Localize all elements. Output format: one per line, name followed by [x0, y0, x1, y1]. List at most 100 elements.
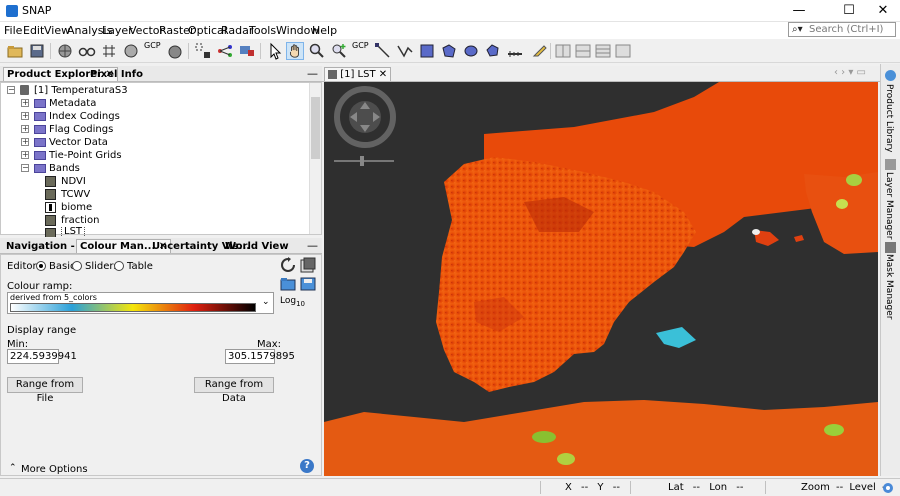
minimize-panel-icon[interactable]: — — [307, 67, 318, 80]
folder-label: Vector Data — [49, 137, 108, 148]
pixel-extract-icon[interactable] — [194, 42, 212, 60]
reset-icon[interactable] — [280, 257, 296, 273]
search-input[interactable]: ⌕▾ Search (Ctrl+I) — [788, 22, 896, 37]
range-from-file-button[interactable]: Range from File — [7, 377, 83, 404]
collapse-icon[interactable]: − — [21, 164, 29, 172]
multi-apply-icon[interactable] — [300, 257, 316, 273]
lst-map-image — [324, 82, 878, 476]
rectangle-tool-icon[interactable] — [418, 42, 436, 60]
status-lat-lon: Lat -- Lon -- — [668, 482, 744, 493]
line-tool-icon[interactable] — [374, 42, 392, 60]
snap-app-icon — [6, 5, 18, 17]
more-options-toggle[interactable]: More Options — [21, 464, 88, 475]
radio-sliders[interactable] — [72, 261, 82, 271]
title-bar: SNAP — ☐ ✕ — [0, 0, 900, 22]
pan-tool-icon[interactable] — [286, 42, 304, 60]
product-icon — [20, 85, 29, 95]
tile-vertical-icon[interactable] — [594, 42, 612, 60]
folder-label: Index Codings — [49, 111, 120, 122]
product-tree: − [1] TemperaturaS3 + Metadata + Index C… — [0, 82, 322, 237]
gcp-placing-tool-label[interactable]: GCP — [352, 41, 369, 50]
tab-nav-arrows[interactable]: ‹ › ▾ ▭ — [834, 67, 866, 78]
magic-wand-icon[interactable] — [484, 42, 502, 60]
menu-file[interactable]: File — [4, 24, 22, 37]
close-tab-icon[interactable]: ✕ — [379, 69, 387, 80]
close-button[interactable]: ✕ — [868, 0, 898, 22]
range-from-data-button[interactable]: Range from Data — [194, 377, 274, 404]
colour-ramp-value: derived from 5_colors — [10, 293, 97, 302]
ellipse-tool-icon[interactable] — [462, 42, 480, 60]
band-label: NDVI — [61, 176, 86, 187]
log10-toggle[interactable]: Log10 — [280, 296, 305, 308]
radio-basic[interactable] — [36, 261, 46, 271]
colour-ramp-select[interactable]: derived from 5_colors ⌄ — [7, 292, 274, 314]
tab-colour-manipulation-label: Colour Man... — [80, 241, 156, 252]
pencil-icon[interactable] — [530, 42, 548, 60]
expand-icon[interactable]: + — [21, 99, 29, 107]
status-xy: X -- Y -- — [565, 482, 620, 493]
grid-icon[interactable] — [100, 42, 118, 60]
menu-help[interactable]: Help — [312, 24, 337, 37]
log-subscript: 10 — [296, 299, 305, 308]
help-icon[interactable]: ? — [300, 459, 314, 473]
expand-icon[interactable]: + — [21, 112, 29, 120]
tab-pixel-info[interactable]: Pixel Info — [87, 68, 146, 82]
folder-icon — [34, 125, 46, 134]
import-palette-icon[interactable] — [280, 275, 296, 291]
minimize-panel-icon[interactable]: — — [307, 239, 318, 252]
mosaic-icon[interactable] — [166, 42, 184, 60]
polyline-tool-icon[interactable] — [396, 42, 414, 60]
save-product-icon[interactable] — [28, 42, 46, 60]
pin-tool-icon[interactable] — [330, 42, 348, 60]
sidebar-tab-product-library[interactable]: Product Library — [884, 84, 894, 153]
image-view-canvas[interactable] — [324, 82, 878, 476]
mask-manager-icon — [885, 242, 896, 253]
status-bar: X -- Y -- Lat -- Lon -- Zoom -- Level -- — [0, 478, 900, 496]
colour-manipulation-panel: Editor: Basic Sliders Table Colour ramp:… — [0, 254, 322, 476]
navigation-compass-widget[interactable] — [332, 84, 398, 166]
range-finder-icon[interactable] — [506, 42, 524, 60]
scrollbar-thumb[interactable] — [311, 97, 320, 159]
sidebar-tab-mask-manager[interactable]: Mask Manager — [884, 254, 894, 320]
band-icon — [45, 228, 56, 237]
export-palette-icon[interactable] — [300, 275, 316, 291]
tab-world-view[interactable]: World View — [222, 240, 292, 254]
tree-row-band-lst[interactable]: LST — [1, 227, 306, 237]
tile-horizontal-icon[interactable] — [574, 42, 592, 60]
zoom-tool-icon[interactable] — [308, 42, 326, 60]
tile-evenly-icon[interactable] — [554, 42, 572, 60]
chevron-down-icon: ⌄ — [262, 297, 270, 307]
menu-tools[interactable]: Tools — [249, 24, 276, 37]
sidebar-tab-layer-manager[interactable]: Layer Manager — [884, 172, 894, 239]
colour-ramp-preview — [10, 303, 256, 312]
min-value-field[interactable]: 224.5939941 — [7, 349, 77, 364]
memory-indicator-icon[interactable] — [882, 482, 894, 494]
orbit-icon[interactable] — [122, 42, 140, 60]
expand-icon[interactable]: + — [21, 151, 29, 159]
expand-icon[interactable]: + — [21, 125, 29, 133]
graph-builder-icon[interactable] — [216, 42, 234, 60]
image-view-icon — [328, 69, 337, 79]
max-value-field[interactable]: 305.1579895 — [225, 349, 295, 364]
open-product-icon[interactable] — [6, 42, 24, 60]
maximize-button[interactable]: ☐ — [834, 0, 864, 22]
radio-table[interactable] — [114, 261, 124, 271]
menu-edit[interactable]: Edit — [23, 24, 44, 37]
glasses-icon[interactable] — [78, 42, 96, 60]
more-options-icon[interactable]: ⌃ — [9, 463, 17, 473]
tab-image-lst[interactable]: [1] LST ✕ — [324, 67, 392, 81]
band-label: biome — [61, 202, 93, 213]
tool-panel-tabbar: Navigation - [1] ... Colour Man... ✕ Unc… — [0, 238, 322, 254]
polygon-tool-icon[interactable] — [440, 42, 458, 60]
index-band-icon — [45, 202, 56, 213]
select-tool-icon[interactable] — [266, 42, 284, 60]
gcp-tool-label[interactable]: GCP — [144, 41, 161, 50]
expand-icon[interactable]: + — [21, 138, 29, 146]
status-zoom-level: Zoom -- Level -- — [801, 482, 890, 493]
minimize-button[interactable]: — — [784, 0, 814, 22]
tree-scrollbar[interactable] — [309, 83, 321, 234]
batch-processing-icon[interactable] — [238, 42, 256, 60]
collapse-icon[interactable]: − — [7, 86, 15, 94]
tile-single-icon[interactable] — [614, 42, 632, 60]
globe-icon[interactable] — [56, 42, 74, 60]
